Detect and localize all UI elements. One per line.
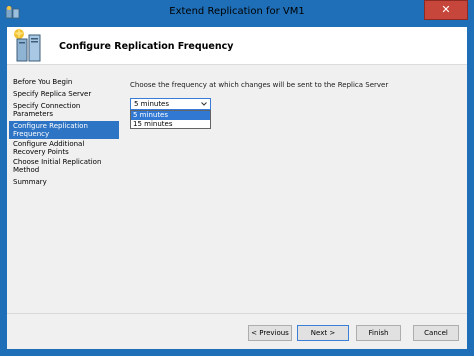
window-title: Extend Replication for VM1 bbox=[169, 6, 305, 17]
step-label-line2: Recovery Points bbox=[13, 148, 69, 156]
step-label: Configure Additional bbox=[13, 140, 85, 148]
step-before-you-begin[interactable]: Before You Begin bbox=[9, 77, 119, 87]
frequency-option-15-minutes[interactable]: 15 minutes bbox=[131, 120, 210, 129]
step-specify-connection-parameters[interactable]: Specify Connection Parameters bbox=[9, 101, 119, 119]
frequency-select[interactable]: 5 minutes bbox=[130, 98, 211, 110]
frequency-options-list: 5 minutes 15 minutes bbox=[130, 110, 211, 129]
step-label-line2: Frequency bbox=[13, 130, 50, 138]
next-button[interactable]: Next > bbox=[297, 325, 349, 341]
step-label: Configure Replication bbox=[13, 122, 88, 130]
frequency-option-5-minutes[interactable]: 5 minutes bbox=[131, 111, 210, 120]
step-label: Summary bbox=[13, 178, 47, 186]
step-label-line2: Method bbox=[13, 166, 40, 174]
chevron-down-icon[interactable] bbox=[200, 100, 208, 108]
close-icon: ✕ bbox=[441, 3, 451, 16]
replica-servers-icon bbox=[14, 28, 41, 62]
wizard-steps: Before You Begin Specify Replica Server … bbox=[9, 77, 119, 187]
step-label: Before You Begin bbox=[13, 78, 73, 86]
page-title: Configure Replication Frequency bbox=[59, 41, 234, 52]
step-summary[interactable]: Summary bbox=[9, 177, 119, 187]
footer-divider bbox=[7, 313, 467, 314]
step-label: Specify Replica Server bbox=[13, 90, 92, 98]
frequency-select-value: 5 minutes bbox=[134, 100, 170, 108]
step-content: Choose the frequency at which changes wi… bbox=[127, 77, 463, 322]
wizard-body: Configure Replication Frequency Before Y… bbox=[7, 27, 467, 349]
frequency-prompt: Choose the frequency at which changes wi… bbox=[130, 81, 389, 89]
step-specify-replica-server[interactable]: Specify Replica Server bbox=[9, 89, 119, 99]
title-bar[interactable]: Extend Replication for VM1 ✕ bbox=[0, 0, 474, 27]
cancel-button[interactable]: Cancel bbox=[413, 325, 459, 341]
step-label: Choose Initial Replication bbox=[13, 158, 102, 166]
step-configure-replication-frequency[interactable]: Configure Replication Frequency bbox=[9, 121, 119, 139]
finish-button[interactable]: Finish bbox=[356, 325, 401, 341]
step-configure-additional-recovery-points[interactable]: Configure Additional Recovery Points bbox=[9, 139, 119, 157]
wizard-window: Extend Replication for VM1 ✕ Configure R… bbox=[0, 0, 474, 356]
close-button[interactable]: ✕ bbox=[424, 0, 468, 20]
step-label-line2: Parameters bbox=[13, 110, 54, 118]
previous-button[interactable]: < Previous bbox=[248, 325, 292, 341]
wizard-header: Configure Replication Frequency bbox=[7, 27, 467, 65]
step-label: Specify Connection bbox=[13, 102, 81, 110]
step-choose-initial-replication-method[interactable]: Choose Initial Replication Method bbox=[9, 157, 119, 175]
